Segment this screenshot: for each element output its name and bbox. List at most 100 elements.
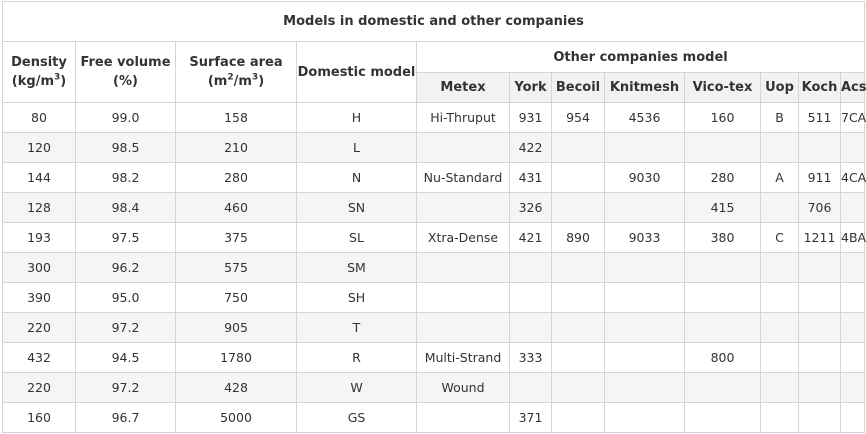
table-row: 193 97.5 375 SL Xtra-Dense 421 890 9033 380 C 1211… <box>2 222 866 253</box>
cell-uop <box>760 192 799 223</box>
cell-vico-tex <box>684 282 761 313</box>
models-table: Models in domestic and other companies D… <box>1 1 866 433</box>
cell-domestic-model: SN <box>296 192 417 223</box>
table-caption: Models in domestic and other companies <box>1 1 866 42</box>
cell-koch <box>798 372 841 403</box>
cell-becoil <box>551 282 605 313</box>
cell-surface-area: 280 <box>175 162 297 193</box>
cell-vico-tex <box>684 312 761 343</box>
cell-free-volume: 97.2 <box>75 372 176 403</box>
cell-metex <box>416 282 510 313</box>
cell-york <box>509 312 552 343</box>
cell-free-volume: 99.0 <box>75 102 176 133</box>
cell-uop <box>760 282 799 313</box>
cell-vico-tex: 415 <box>684 192 761 223</box>
header-company-knitmesh: Knitmesh <box>604 72 685 103</box>
table-row: 80 99.0 158 H Hi-Thruput 931 954 4536 160 B 511 7CA <box>2 102 866 133</box>
cell-acs <box>839 252 866 283</box>
cell-acs: 7CA <box>839 102 866 133</box>
cell-free-volume: 95.0 <box>75 282 176 313</box>
cell-uop: C <box>760 222 799 253</box>
header-domestic-model: Domestic model <box>296 41 417 103</box>
cell-free-volume: 94.5 <box>75 342 176 373</box>
header-surface-area-label: Surface area <box>189 55 283 70</box>
table-row: 144 98.2 280 N Nu-Standard 431 9030 280 A 911 4CA <box>2 162 866 193</box>
cell-domestic-model: GS <box>296 402 417 433</box>
cell-density: 390 <box>2 282 76 313</box>
cell-knitmesh <box>604 252 685 283</box>
cell-becoil: 890 <box>551 222 605 253</box>
table-row: 160 96.7 5000 GS 371 <box>2 402 866 433</box>
cell-uop <box>760 252 799 283</box>
cell-domestic-model: W <box>296 372 417 403</box>
cell-vico-tex: 380 <box>684 222 761 253</box>
cell-metex: Xtra-Dense <box>416 222 510 253</box>
table-row: 220 97.2 428 W Wound <box>2 372 866 403</box>
cell-knitmesh <box>604 342 685 373</box>
header-company-metex: Metex <box>416 72 510 103</box>
cell-vico-tex: 280 <box>684 162 761 193</box>
table-row: 220 97.2 905 T <box>2 312 866 343</box>
cell-metex <box>416 192 510 223</box>
cell-acs <box>839 342 866 373</box>
header-density-label: Density <box>11 55 67 70</box>
cell-density: 432 <box>2 342 76 373</box>
cell-koch <box>798 132 841 163</box>
cell-uop <box>760 372 799 403</box>
cell-koch: 706 <box>798 192 841 223</box>
cell-vico-tex <box>684 252 761 283</box>
cell-density: 220 <box>2 372 76 403</box>
cell-knitmesh <box>604 372 685 403</box>
cell-domestic-model: T <box>296 312 417 343</box>
cell-knitmesh <box>604 312 685 343</box>
cell-surface-area: 750 <box>175 282 297 313</box>
cell-york: 431 <box>509 162 552 193</box>
cell-surface-area: 905 <box>175 312 297 343</box>
cell-metex <box>416 132 510 163</box>
table-row: 390 95.0 750 SH <box>2 282 866 313</box>
header-company-vico-tex: Vico-tex <box>684 72 761 103</box>
cell-vico-tex: 160 <box>684 102 761 133</box>
cell-knitmesh <box>604 402 685 433</box>
header-density-unit: (kg/m3) <box>11 72 67 89</box>
cell-free-volume: 97.5 <box>75 222 176 253</box>
cell-becoil <box>551 252 605 283</box>
cell-density: 193 <box>2 222 76 253</box>
cell-vico-tex <box>684 372 761 403</box>
cell-metex: Nu-Standard <box>416 162 510 193</box>
cell-acs <box>839 282 866 313</box>
header-free-volume: Free volume (%) <box>75 41 176 103</box>
cell-surface-area: 575 <box>175 252 297 283</box>
cell-surface-area: 428 <box>175 372 297 403</box>
cell-free-volume: 96.7 <box>75 402 176 433</box>
cell-domestic-model: L <box>296 132 417 163</box>
cell-york <box>509 372 552 403</box>
table-row: 120 98.5 210 L 422 <box>2 132 866 163</box>
header-company-acs: Acs <box>839 72 866 103</box>
header-company-york: York <box>509 72 552 103</box>
cell-free-volume: 96.2 <box>75 252 176 283</box>
cell-density: 80 <box>2 102 76 133</box>
cell-uop <box>760 402 799 433</box>
cell-metex <box>416 252 510 283</box>
cell-density: 160 <box>2 402 76 433</box>
header-free-volume-unit: (%) <box>113 74 138 89</box>
cell-becoil <box>551 162 605 193</box>
cell-knitmesh <box>604 192 685 223</box>
cell-density: 300 <box>2 252 76 283</box>
cell-surface-area: 158 <box>175 102 297 133</box>
cell-density: 144 <box>2 162 76 193</box>
cell-free-volume: 98.4 <box>75 192 176 223</box>
cell-vico-tex: 800 <box>684 342 761 373</box>
cell-uop <box>760 312 799 343</box>
cell-koch: 911 <box>798 162 841 193</box>
cell-domestic-model: SL <box>296 222 417 253</box>
cell-acs: 4CA <box>839 162 866 193</box>
cell-acs <box>839 192 866 223</box>
cell-york: 333 <box>509 342 552 373</box>
table-row: 128 98.4 460 SN 326 415 706 <box>2 192 866 223</box>
header-surface-area-unit: (m2/m3) <box>207 72 265 89</box>
cell-koch: 1211 <box>798 222 841 253</box>
table-row: 300 96.2 575 SM <box>2 252 866 283</box>
cell-becoil: 954 <box>551 102 605 133</box>
